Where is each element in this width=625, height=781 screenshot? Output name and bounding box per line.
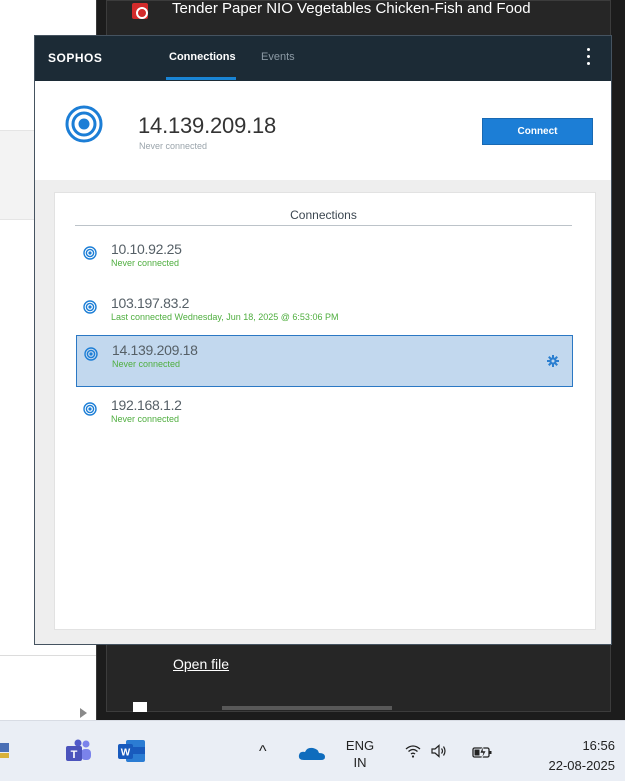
gear-icon[interactable] [547,355,559,367]
open-file-link[interactable]: Open file [173,656,229,672]
svg-text:T: T [71,749,78,761]
list-item[interactable]: 192.168.1.2 Never connected [76,391,573,443]
divider [75,225,572,226]
connection-status: Last connected Wednesday, Jun 18, 2025 @… [111,312,339,322]
clock[interactable]: 16:56 22-08-2025 [520,736,616,776]
language-indicator[interactable]: ENG IN [343,737,377,771]
tab-connections[interactable]: Connections [169,51,236,63]
word-icon[interactable]: W [118,739,146,763]
active-tab-indicator [166,77,236,80]
connection-ip: 192.168.1.2 [111,397,182,413]
background-document-title: Tender Paper NIO Vegetables Chicken-Fish… [172,0,531,17]
taskbar: T W ^ ENG IN 16:56 22-08-2025 [0,720,625,781]
list-item-selected[interactable]: 14.139.209.18 Never connected [76,335,573,387]
show-hidden-icons-chevron-icon[interactable]: ^ [259,743,267,761]
pdf-file-icon [132,3,148,19]
wifi-icon[interactable] [405,744,421,758]
selected-connection-status: Never connected [139,141,208,151]
desktop: Tender Paper NIO Vegetables Chicken-Fish… [0,0,625,781]
selected-connection-header: 14.139.209.18 Never connected Connect [35,81,611,180]
onedrive-icon[interactable] [298,747,326,761]
language-code: ENG [345,738,375,753]
connection-ip: 103.197.83.2 [111,295,190,311]
top-bar: SOPHOS Connections Events [35,36,611,81]
connections-list: Connections 10.10.92.25 Never connected [54,192,596,630]
teams-icon[interactable]: T [66,739,92,763]
file-icon [133,702,147,712]
volume-icon[interactable] [431,744,447,758]
connection-ip: 10.10.92.25 [111,241,182,257]
sophos-connect-window: SOPHOS Connections Events 14.139.209.18 … [34,35,612,645]
connection-icon [83,402,97,416]
connections-list-title: Connections [290,208,357,222]
list-item[interactable]: 10.10.92.25 Never connected [76,235,573,287]
svg-text:W: W [121,748,131,759]
connection-ip: 14.139.209.18 [112,342,198,358]
list-item[interactable]: 103.197.83.2 Last connected Wednesday, J… [76,289,573,341]
connections-section: Connections 10.10.92.25 Never connected [35,180,611,644]
region-code: IN [353,755,367,770]
clock-time: 16:56 [582,738,615,753]
clock-date: 22-08-2025 [548,758,616,773]
connect-button[interactable]: Connect [482,118,593,145]
sophos-logo: SOPHOS [48,51,103,65]
connection-icon [84,347,98,361]
connection-icon [83,300,97,314]
connection-target-icon [65,105,103,143]
background-text-fragment [222,706,392,710]
connection-status: Never connected [111,414,180,424]
scroll-right-icon[interactable] [80,708,87,718]
connection-status: Never connected [112,359,181,369]
selected-connection-ip: 14.139.209.18 [138,113,277,138]
kebab-menu-icon[interactable] [583,48,593,70]
computer-icon[interactable] [0,742,10,760]
background-panel [0,130,36,220]
background-divider [0,655,100,656]
tab-events[interactable]: Events [261,51,295,63]
battery-charging-icon[interactable] [472,744,494,760]
connection-icon [83,246,97,260]
connection-status: Never connected [111,258,180,268]
